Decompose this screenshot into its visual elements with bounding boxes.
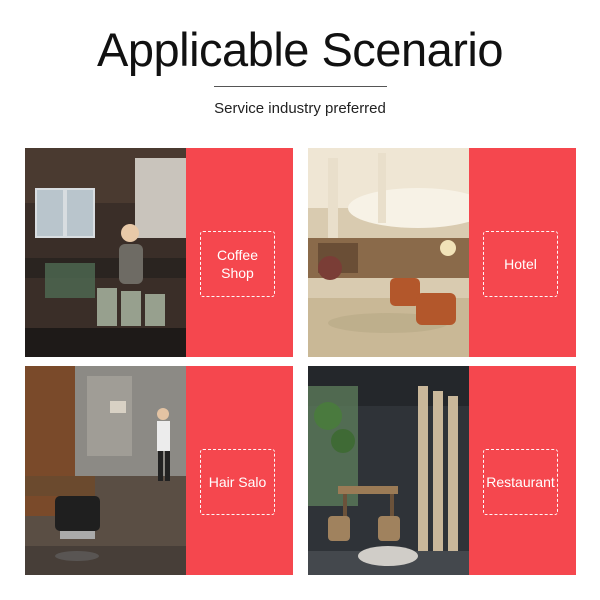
restaurant-photo [308,366,469,575]
scenario-label-restaurant: Restaurant [483,449,558,515]
scenario-card-coffee-shop: Coffee Shop [25,148,293,357]
restaurant-panel: Restaurant [469,366,576,575]
label-line: Restaurant [486,474,555,490]
scenario-label-hair-salon: Hair Salo [200,449,275,515]
scenario-card-hair-salon: Hair Salo [25,366,293,575]
title-divider [214,86,387,87]
hair-salon-panel: Hair Salo [186,366,293,575]
page-title: Applicable Scenario [97,23,503,76]
page-subtitle: Service industry preferred [214,100,386,117]
label-line: Shop [221,265,254,281]
coffee-shop-photo [25,148,186,357]
hotel-lobby-photo [308,148,469,357]
scenario-label-hotel: Hotel [483,231,558,297]
scenario-label-coffee-shop: Coffee Shop [200,231,275,297]
coffee-shop-panel: Coffee Shop [186,148,293,357]
hair-salon-photo [25,366,186,575]
label-line: Hair Salo [208,474,267,490]
scenario-card-restaurant: Restaurant [308,366,576,575]
label-line: Coffee [217,247,258,263]
hotel-panel: Hotel [469,148,576,357]
scenario-card-hotel: Hotel [308,148,576,357]
label-line: Hotel [504,256,537,272]
